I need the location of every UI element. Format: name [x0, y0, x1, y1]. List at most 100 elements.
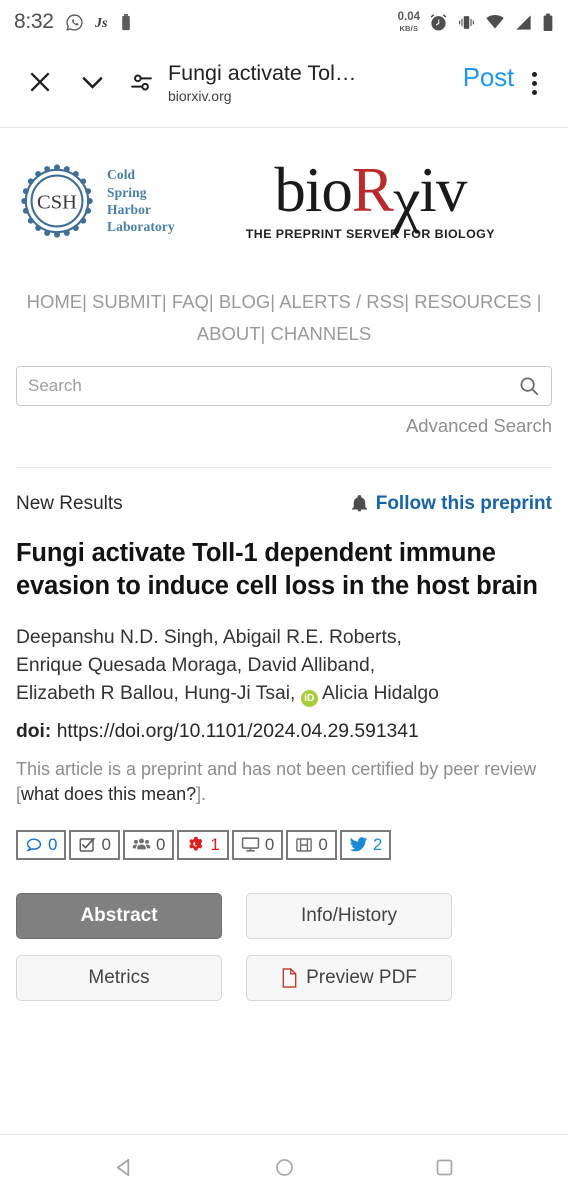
status-bar-clock: 8:32 [14, 10, 54, 33]
what-does-this-mean-link[interactable]: what does this mean? [21, 784, 196, 804]
search-icon[interactable] [518, 375, 540, 397]
article-authors: Deepanshu N.D. Singh, Abigail R.E. Rober… [16, 624, 552, 708]
checkbox-checked-icon [80, 837, 96, 852]
tab-abstract[interactable]: Abstract [16, 892, 222, 939]
web-page-content: CSH Cold Spring Harbor Laboratory bioRχi… [0, 128, 568, 1001]
cshl-logo[interactable]: CSH Cold Spring Harbor Laboratory [16, 160, 175, 242]
people-group-icon [132, 838, 151, 850]
site-nav: HOME| SUBMIT| FAQ| BLOG| ALERTS / RSS| R… [16, 252, 552, 350]
authors-line-3-pre: Elizabeth R Ballou, Hung-Ji Tsai, [16, 682, 296, 704]
result-header-row: New Results Follow this preprint [16, 468, 552, 515]
overflow-menu-button[interactable] [514, 58, 554, 106]
collapse-button[interactable] [66, 58, 118, 106]
badge-community-count: 0 [155, 835, 166, 855]
bell-icon [351, 495, 367, 512]
biorxiv-chi: χ [392, 165, 421, 234]
nav-home-button[interactable] [262, 1146, 306, 1190]
article-doi: doi: https://doi.org/10.1101/2024.04.29.… [16, 721, 552, 743]
advanced-search-link[interactable]: Advanced Search [16, 415, 552, 437]
article-tab-buttons: Abstract Info/History Metrics Preview PD… [16, 892, 552, 1001]
search-box[interactable] [16, 365, 552, 406]
badge-media-count: 0 [318, 835, 328, 855]
doi-value[interactable]: https://doi.org/10.1101/2024.04.29.59134… [57, 721, 419, 742]
badge-citations-count: 1 [210, 835, 220, 855]
authors-line-2: Enrique Quesada Moraga, David Alliband, [16, 654, 376, 676]
back-triangle-icon [116, 1158, 129, 1177]
doi-label: doi: [16, 720, 52, 742]
close-button[interactable] [14, 58, 66, 106]
badge-community[interactable]: 0 [122, 829, 175, 860]
nav-item-blog[interactable]: BLOG [219, 291, 270, 312]
badge-reviews-count: 0 [101, 835, 111, 855]
battery-icon [543, 13, 553, 31]
orcid-icon[interactable]: iD [300, 689, 318, 707]
toolbar-titles[interactable]: Fungi activate Tol… biorxiv.org [164, 58, 463, 104]
network-speed-indicator: 0.04 KB/S [397, 11, 420, 33]
comment-bubble-icon [26, 838, 42, 852]
nav-sep: | [404, 291, 410, 312]
badge-reviews[interactable]: 0 [69, 829, 120, 860]
svg-text:Js: Js [95, 15, 108, 31]
cshl-line-4: Laboratory [107, 219, 175, 235]
cshl-monogram: CSH [37, 191, 77, 213]
cshl-wordmark: Cold Spring Harbor Laboratory [107, 166, 175, 235]
page-info-button[interactable] [118, 58, 164, 106]
search-input[interactable] [28, 375, 518, 396]
cshl-ring-icon: CSH [21, 164, 93, 238]
badge-blogs-count: 0 [264, 835, 275, 855]
film-strip-icon [296, 838, 313, 852]
metrics-badges: 0 0 0 1 0 0 2 [16, 829, 552, 860]
article-title: Fungi activate Toll-1 dependent immune e… [16, 538, 538, 600]
nav-back-button[interactable] [102, 1146, 146, 1190]
nav-sep: | [536, 291, 542, 312]
site-header-logos: CSH Cold Spring Harbor Laboratory bioRχi… [16, 128, 552, 252]
javascript-icon: Js [95, 15, 108, 31]
nav-recents-button[interactable] [422, 1146, 466, 1190]
nav-sep: | [161, 291, 167, 312]
badge-media[interactable]: 0 [286, 829, 337, 860]
android-navigation-bar [0, 1134, 568, 1200]
battery-saver-icon [121, 13, 130, 30]
alarm-icon [430, 13, 447, 30]
nav-item-channels[interactable]: CHANNELS [270, 323, 371, 344]
chevron-down-icon [81, 76, 103, 89]
phone-screen: 8:32 Js 0.04 KB/S Fungi activate Tol… bi… [0, 0, 568, 1200]
more-vert-icon [531, 71, 537, 95]
nav-item-submit[interactable]: SUBMIT [92, 291, 162, 312]
badge-twitter[interactable]: 2 [339, 829, 392, 860]
badge-blogs[interactable]: 0 [231, 829, 284, 860]
biorxiv-logo[interactable]: bioRχiv THE PREPRINT SERVER FOR BIOLOGY [189, 158, 552, 242]
biorxiv-bio: bio [274, 154, 353, 225]
follow-preprint-label: Follow this preprint [375, 492, 552, 514]
status-bar-right: 0.04 KB/S [397, 11, 554, 33]
badge-comments[interactable]: 0 [16, 829, 67, 860]
nav-sep: | [270, 291, 276, 312]
nav-sep: | [260, 322, 266, 344]
biorxiv-tagline: THE PREPRINT SERVER FOR BIOLOGY [245, 227, 495, 242]
badge-comments-count: 0 [48, 835, 58, 855]
search-area: Advanced Search [16, 350, 552, 437]
tab-metrics[interactable]: Metrics [16, 954, 222, 1001]
tab-preview-pdf[interactable]: Preview PDF [246, 954, 452, 1001]
badge-citations[interactable]: 1 [177, 829, 229, 860]
nav-item-resources[interactable]: RESOURCES [414, 291, 531, 312]
tab-info-history[interactable]: Info/History [246, 892, 452, 939]
nav-item-faq[interactable]: FAQ [172, 291, 209, 312]
biorxiv-wordmark: bioRχiv [274, 158, 467, 231]
nav-item-alerts-rss[interactable]: ALERTS / RSS [279, 291, 404, 312]
new-results-label: New Results [16, 492, 123, 514]
custom-tab-toolbar: Fungi activate Tol… biorxiv.org Post [0, 44, 568, 128]
signal-icon [516, 14, 531, 30]
nav-item-about[interactable]: ABOUT [197, 323, 261, 344]
authors-line-1: Deepanshu N.D. Singh, Abigail R.E. Rober… [16, 626, 402, 648]
biorxiv-iv: iv [419, 154, 467, 225]
monitor-icon [241, 837, 260, 853]
post-button[interactable]: Post [463, 58, 514, 90]
home-circle-icon [275, 1159, 293, 1176]
follow-preprint-link[interactable]: Follow this preprint [350, 493, 552, 515]
tune-icon [130, 74, 152, 90]
whatsapp-icon [65, 13, 83, 31]
twitter-bird-icon [349, 837, 368, 852]
badge-twitter-count: 2 [372, 835, 383, 855]
nav-item-home[interactable]: HOME [27, 291, 83, 312]
